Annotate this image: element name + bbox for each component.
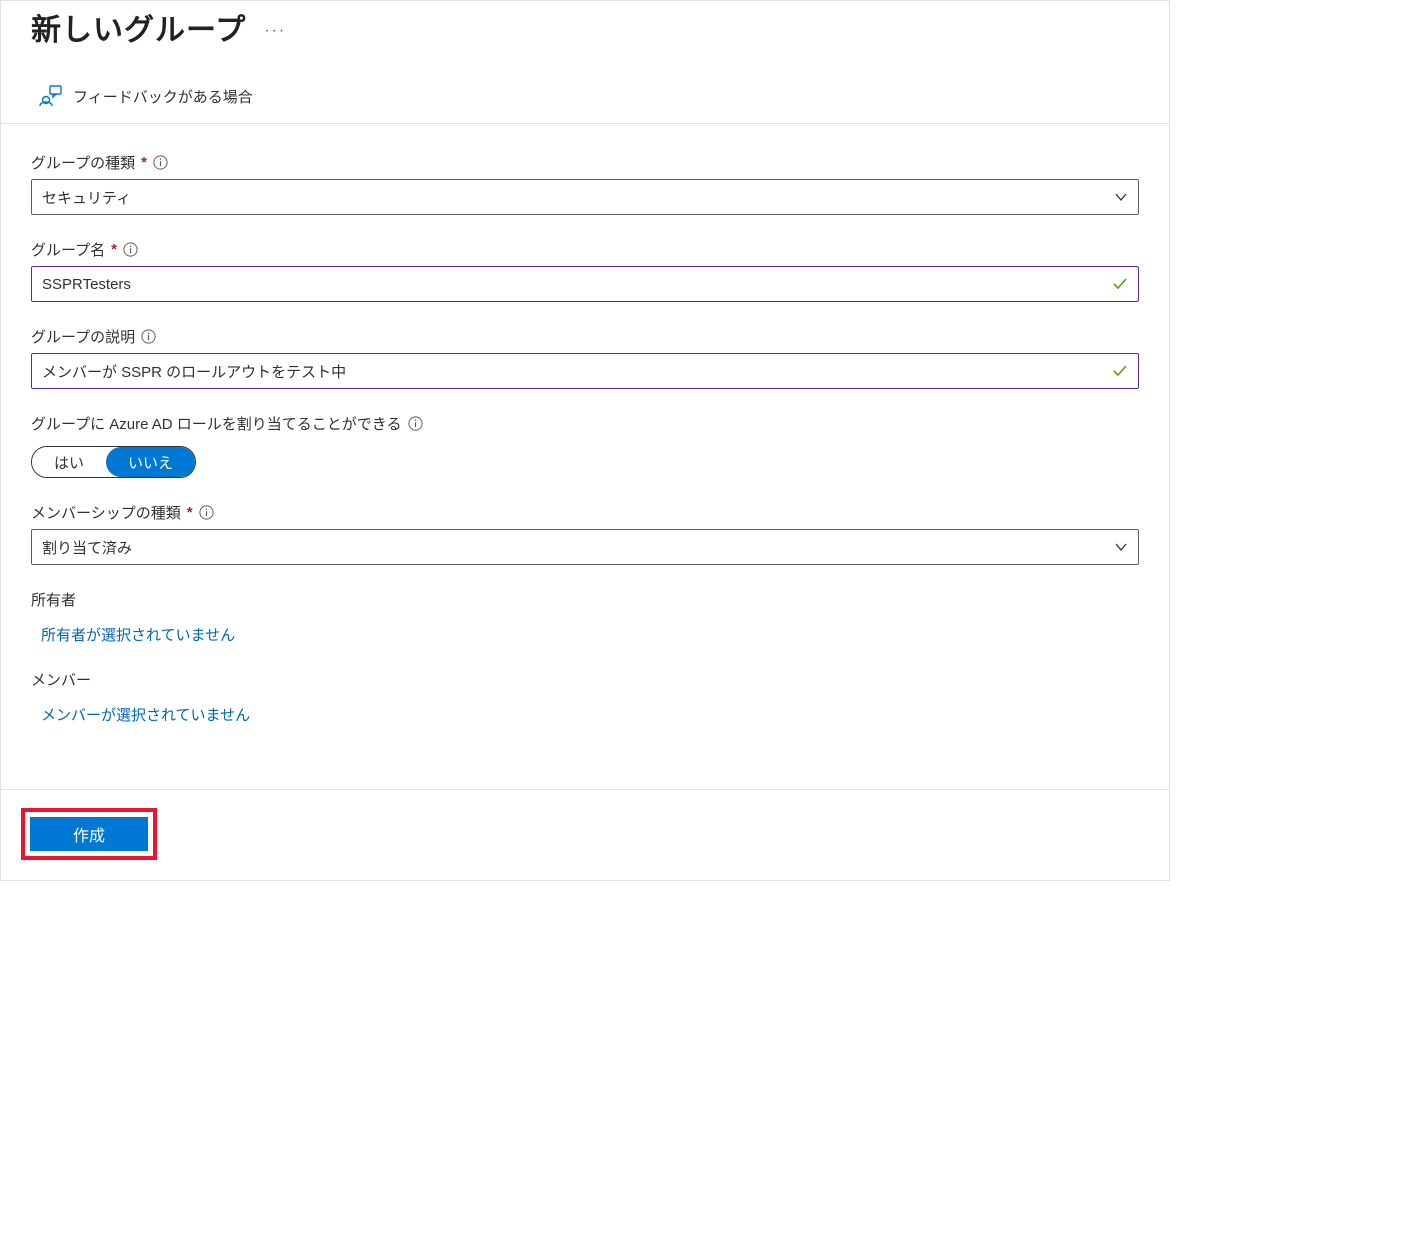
field-group-description: グループの説明 メンバーが SSPR のロールアウトをテスト中	[31, 326, 1139, 389]
chevron-down-icon	[1114, 190, 1128, 204]
required-indicator: *	[111, 241, 117, 258]
group-type-select[interactable]: セキュリティ	[31, 179, 1139, 215]
required-indicator: *	[187, 504, 193, 521]
info-icon[interactable]	[123, 242, 138, 257]
footer-bar: 作成	[1, 789, 1169, 880]
check-icon	[1112, 276, 1128, 292]
group-name-value: SSPRTesters	[42, 276, 131, 293]
field-label-row: グループの説明	[31, 326, 1139, 347]
chevron-down-icon	[1114, 540, 1128, 554]
field-members: メンバー メンバーが選択されていません	[31, 669, 1139, 725]
field-group-type: グループの種類 * セキュリティ	[31, 152, 1139, 215]
feedback-icon	[39, 85, 63, 107]
more-actions-icon[interactable]: ···	[264, 14, 286, 40]
owners-link[interactable]: 所有者が選択されていません	[41, 624, 235, 645]
membership-type-value: 割り当て済み	[42, 537, 132, 558]
feedback-link[interactable]: フィードバックがある場合	[1, 69, 1169, 124]
info-icon[interactable]	[408, 416, 423, 431]
field-label-row: グループ名 *	[31, 239, 1139, 260]
toggle-option-no[interactable]: いいえ	[106, 447, 195, 477]
page-title: 新しいグループ	[31, 5, 246, 49]
create-button[interactable]: 作成	[30, 817, 148, 851]
form-area: グループの種類 * セキュリティ グループ名 *	[1, 124, 1169, 789]
field-label-row: メンバーシップの種類 *	[31, 502, 1139, 523]
info-icon[interactable]	[199, 505, 214, 520]
membership-type-select[interactable]: 割り当て済み	[31, 529, 1139, 565]
group-type-value: セキュリティ	[42, 187, 131, 208]
field-label-row: グループに Azure AD ロールを割り当てることができる	[31, 413, 1139, 434]
group-description-value: メンバーが SSPR のロールアウトをテスト中	[42, 361, 346, 382]
info-icon[interactable]	[141, 329, 156, 344]
members-link[interactable]: メンバーが選択されていません	[41, 704, 250, 725]
field-label-row: グループの種類 *	[31, 152, 1139, 173]
create-highlight: 作成	[21, 808, 157, 860]
field-azure-ad-role: グループに Azure AD ロールを割り当てることができる はい いいえ	[31, 413, 1139, 478]
membership-type-label: メンバーシップの種類	[31, 502, 181, 523]
field-owners: 所有者 所有者が選択されていません	[31, 589, 1139, 645]
toggle-option-yes[interactable]: はい	[32, 447, 106, 477]
members-heading: メンバー	[31, 669, 1139, 690]
field-group-name: グループ名 * SSPRTesters	[31, 239, 1139, 302]
azure-ad-role-label: グループに Azure AD ロールを割り当てることができる	[31, 413, 402, 434]
required-indicator: *	[141, 154, 147, 171]
group-name-label: グループ名	[31, 239, 105, 260]
group-type-label: グループの種類	[31, 152, 135, 173]
feedback-label: フィードバックがある場合	[73, 86, 253, 107]
azure-ad-role-toggle[interactable]: はい いいえ	[31, 446, 196, 478]
owners-heading: 所有者	[31, 589, 1139, 610]
new-group-page: 新しいグループ ··· フィードバックがある場合 グループの種類 *	[0, 0, 1170, 881]
group-description-input[interactable]: メンバーが SSPR のロールアウトをテスト中	[31, 353, 1139, 389]
group-name-input[interactable]: SSPRTesters	[31, 266, 1139, 302]
info-icon[interactable]	[153, 155, 168, 170]
check-icon	[1112, 363, 1128, 379]
group-description-label: グループの説明	[31, 326, 135, 347]
header-row: 新しいグループ ···	[1, 1, 1169, 69]
field-membership-type: メンバーシップの種類 * 割り当て済み	[31, 502, 1139, 565]
